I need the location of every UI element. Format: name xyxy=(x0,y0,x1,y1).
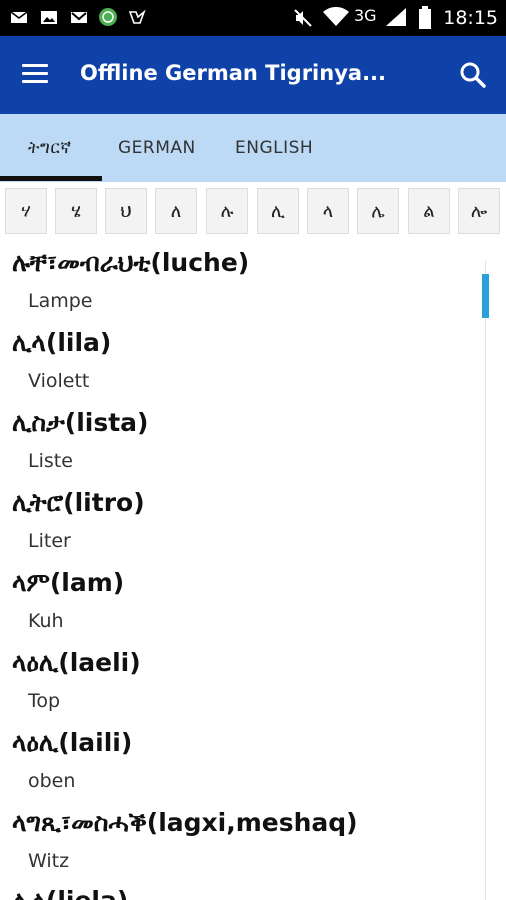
alphabet-letter-button[interactable]: ሌ xyxy=(357,188,399,234)
tab-english[interactable]: ENGLISH xyxy=(235,114,313,182)
alphabet-letter-button[interactable]: ሊ xyxy=(257,188,299,234)
signal-icon xyxy=(386,8,406,26)
alphabet-filter-row: ሃ ሄ ህ ለ ሉ ሊ ላ ሌ ል ሎ xyxy=(0,188,506,238)
entry-translation: Violett xyxy=(28,370,90,392)
entry-term: ሊትሮ(litro) xyxy=(12,488,145,517)
alphabet-letter-button[interactable]: ህ xyxy=(105,188,147,234)
entry-term: ሊላ(liela) xyxy=(12,886,128,900)
scrollbar-thumb[interactable] xyxy=(482,274,489,318)
entry-term: ሊስታ(lista) xyxy=(12,408,149,437)
entry-translation: oben xyxy=(28,770,76,792)
gmail-icon xyxy=(71,12,87,23)
alphabet-letter-button[interactable]: ለ xyxy=(155,188,197,234)
entry-translation: Liter xyxy=(28,530,71,552)
app-bar: Offline German Tigrinya... xyxy=(0,36,506,114)
status-time: 18:15 xyxy=(443,7,498,29)
wifi-icon xyxy=(323,6,349,26)
battery-icon xyxy=(419,6,431,29)
network-label: 3G xyxy=(354,6,377,25)
alphabet-letter-button[interactable]: ሎ xyxy=(458,188,500,234)
alphabet-letter-button[interactable]: ላ xyxy=(307,188,349,234)
entry-term: ላግጺ፣መስሓቕ(lagxi,meshaq) xyxy=(12,808,358,837)
tab-tigrinya[interactable]: ትግርኛ xyxy=(28,114,72,182)
search-icon[interactable] xyxy=(458,60,488,90)
entry-term: ሉቸ፣መብራህቲ(luche) xyxy=(12,248,250,277)
image-icon xyxy=(41,11,57,24)
entry-translation: Witz xyxy=(28,850,70,872)
entry-translation: Kuh xyxy=(28,610,64,632)
alphabet-letter-button[interactable]: ሉ xyxy=(206,188,248,234)
entry-translation: Lampe xyxy=(28,290,93,312)
menu-icon[interactable] xyxy=(22,62,50,86)
alphabet-letter-button[interactable]: ል xyxy=(408,188,450,234)
entry-translation: Top xyxy=(28,690,61,712)
active-tab-indicator xyxy=(0,176,102,181)
app-title: Offline German Tigrinya... xyxy=(80,61,386,85)
scroll-track xyxy=(485,260,486,900)
whatsapp-icon xyxy=(99,8,117,26)
entry-term: ላዕሊ(laeli) xyxy=(12,648,141,677)
check-icon xyxy=(128,9,146,24)
status-bar: 3G 18:15 xyxy=(0,0,506,36)
entry-term: ሊላ(lila) xyxy=(12,328,112,357)
tab-german[interactable]: GERMAN xyxy=(118,114,196,182)
entry-term: ላም(lam) xyxy=(12,568,125,597)
alphabet-letter-button[interactable]: ሃ xyxy=(5,188,47,234)
mail-icon xyxy=(10,11,28,23)
mute-icon xyxy=(294,9,312,27)
alphabet-letter-button[interactable]: ሄ xyxy=(55,188,97,234)
tab-bar: ትግርኛ GERMAN ENGLISH xyxy=(0,114,506,182)
entry-term: ላዕሊ(laili) xyxy=(12,728,133,757)
entry-translation: Liste xyxy=(28,450,73,472)
word-list[interactable]: ሉቸ፣መብራህቲ(luche) Lampe ሊላ(lila) Violett ሊ… xyxy=(0,242,490,900)
